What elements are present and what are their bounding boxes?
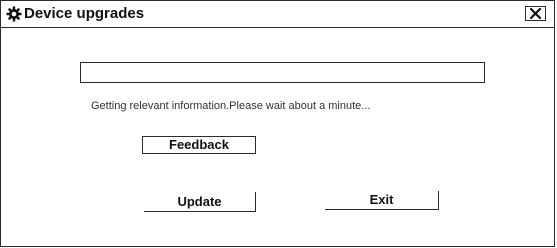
- device-upgrades-dialog: Device upgrades Getting relevant informa…: [0, 0, 555, 247]
- feedback-button[interactable]: Feedback: [142, 136, 256, 154]
- exit-button[interactable]: Exit: [325, 191, 439, 210]
- status-message: Getting relevant information.Please wait…: [91, 100, 371, 112]
- update-button[interactable]: Update: [144, 192, 256, 212]
- close-icon: [530, 8, 541, 19]
- close-button[interactable]: [525, 6, 546, 21]
- gear-icon: [6, 6, 22, 22]
- progress-bar: [80, 62, 485, 83]
- title-bar: Device upgrades: [1, 1, 554, 28]
- dialog-title: Device upgrades: [24, 5, 145, 22]
